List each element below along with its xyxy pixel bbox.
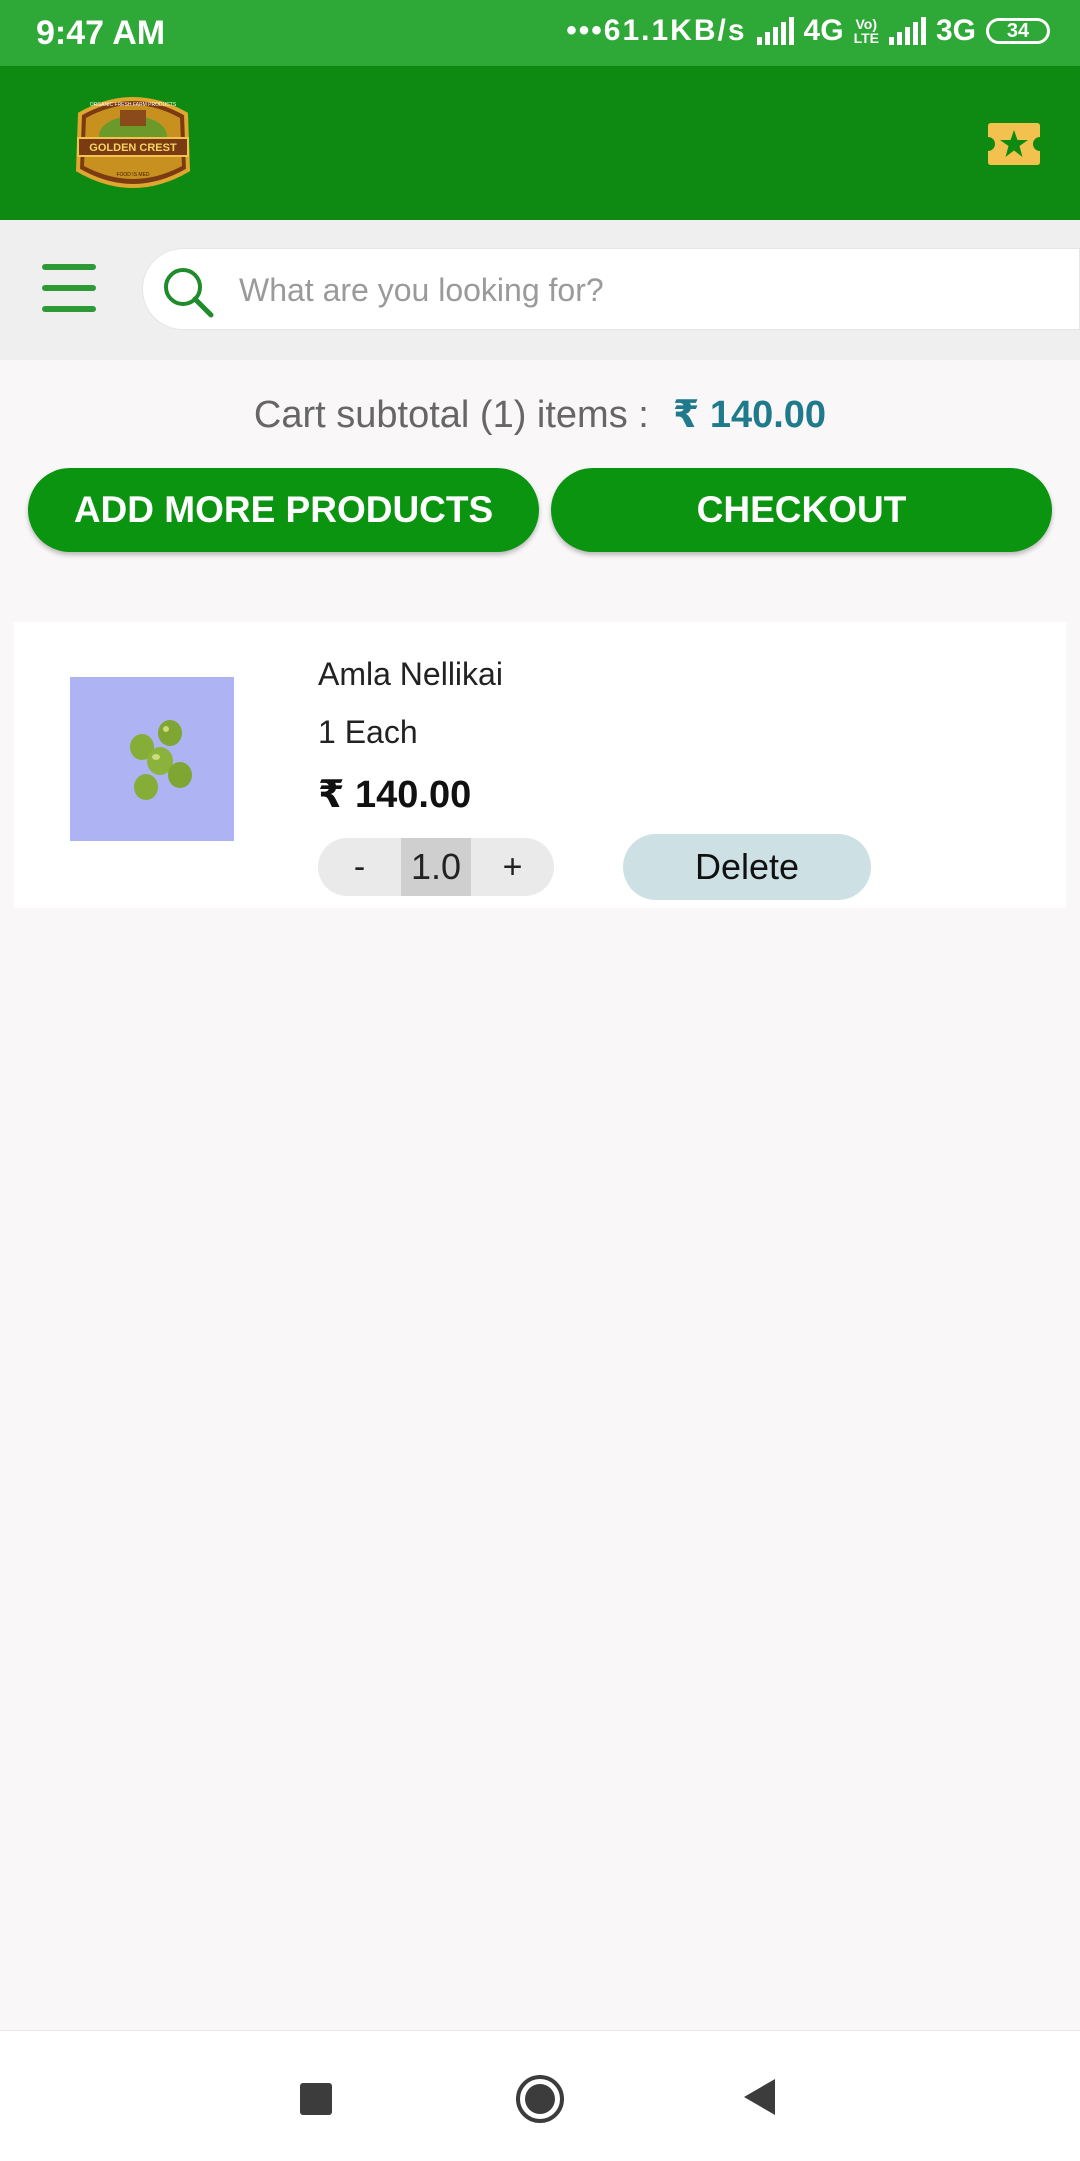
search-icon — [164, 268, 214, 318]
battery-icon: 34 — [986, 18, 1050, 44]
menu-button[interactable] — [42, 264, 98, 314]
product-unit: 1 Each — [318, 714, 418, 750]
logo-title: GOLDEN CREST — [89, 142, 177, 154]
add-more-products-button[interactable]: ADD MORE PRODUCTS — [28, 468, 539, 552]
cart-item: Amla Nellikai 1 Each ₹ 140.00 - 1.0 + De… — [14, 622, 1066, 908]
status-bar: 9:47 AM •••61.1KB/s 4G Vo) LTE 3G 34 — [0, 0, 1080, 66]
triangle-back-icon[interactable] — [742, 2077, 776, 2117]
subtotal-label: Cart subtotal (1) items : — [253, 394, 649, 436]
cart-subtotal: Cart subtotal (1) items : ₹ 140.00 — [0, 392, 1080, 437]
network-speed: •••61.1KB/s — [566, 14, 747, 47]
circle-home-icon[interactable] — [514, 2073, 566, 2125]
square-icon[interactable] — [300, 2083, 332, 2115]
decrease-quantity-button[interactable]: - — [318, 838, 401, 896]
hamburger-icon — [42, 264, 98, 312]
network-type-1: 4G — [803, 14, 844, 47]
app-header: GOLDEN CREST ORGANIC FRESH FARM PRODUCTS… — [0, 66, 1080, 220]
signal-icon — [756, 17, 794, 45]
network-type-2: 3G — [935, 14, 976, 47]
status-indicators: •••61.1KB/s 4G Vo) LTE 3G 34 — [566, 14, 1050, 48]
search-box[interactable] — [142, 248, 1080, 330]
checkout-button[interactable]: CHECKOUT — [551, 468, 1052, 552]
quantity-value: 1.0 — [401, 838, 471, 896]
product-price: ₹ 140.00 — [318, 774, 472, 816]
product-name[interactable]: Amla Nellikai — [318, 656, 503, 693]
search-input[interactable] — [237, 263, 1041, 317]
delete-button[interactable]: Delete — [623, 834, 871, 900]
product-image[interactable] — [70, 677, 234, 841]
logo-tagline: FOOD IS MED — [116, 172, 149, 178]
quantity-stepper: - 1.0 + — [318, 838, 554, 896]
subtotal-amount: ₹ 140.00 — [672, 394, 827, 436]
volte-icon: Vo) LTE — [853, 16, 879, 46]
golden-crest-logo[interactable]: GOLDEN CREST ORGANIC FRESH FARM PRODUCTS… — [70, 86, 196, 198]
search-bar-row — [0, 220, 1080, 360]
logo-subtitle: ORGANIC FRESH FARM PRODUCTS — [90, 102, 177, 108]
signal-icon-2 — [888, 17, 926, 45]
status-time: 9:47 AM — [36, 14, 166, 52]
ticket-star-icon[interactable] — [986, 121, 1042, 167]
increase-quantity-button[interactable]: + — [471, 838, 554, 896]
system-nav-bar — [0, 2030, 1080, 2161]
